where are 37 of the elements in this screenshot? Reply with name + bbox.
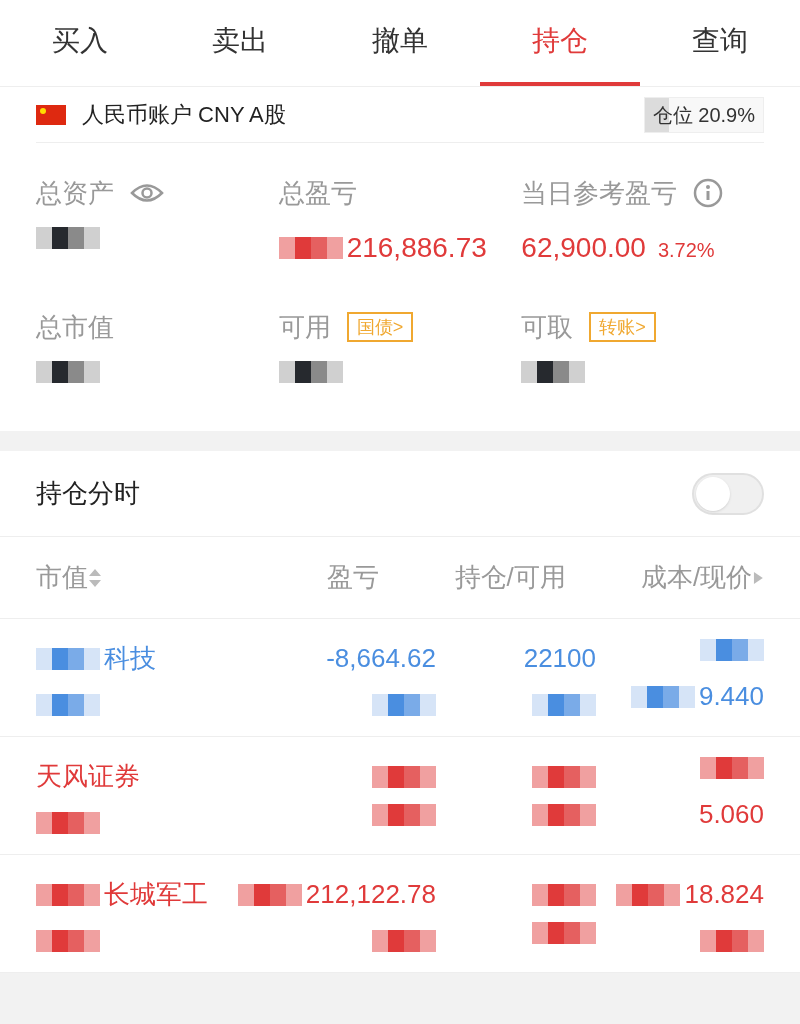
value-text: 科技 (104, 642, 156, 675)
value-text: 62,900.00 (521, 231, 646, 265)
holding-row[interactable]: 天风证券 5.060 (0, 737, 800, 855)
tab[interactable]: 买入 (0, 0, 160, 86)
info-icon[interactable] (693, 178, 724, 208)
summary-label: 可取 (521, 310, 574, 344)
summary-label: 可用 (278, 310, 331, 344)
value-text: 22100 (523, 642, 596, 675)
summary-label: 当日参考盈亏 (521, 176, 678, 210)
column-header: 持仓/可用 (454, 561, 566, 594)
value-text: 18.824 (684, 878, 764, 911)
summary-label: 总资产 (36, 176, 114, 210)
caret-right-icon[interactable] (752, 570, 765, 585)
position-badge: 仓位 20.9% (643, 96, 764, 133)
value-text: 216,886.73 (346, 231, 487, 265)
tab[interactable]: 卖出 (160, 0, 320, 86)
holding-row[interactable]: 科技 -8,664.62 22100 9.440 (0, 619, 800, 737)
value-text: 长城军工 (104, 878, 208, 911)
value-text: -8,664.62 (326, 642, 436, 675)
value-text: 天风证券 (36, 760, 140, 793)
summary-label: 总盈亏 (278, 176, 357, 210)
eye-icon[interactable] (130, 182, 164, 204)
tab[interactable]: 查询 (640, 0, 800, 86)
value-text: 9.440 (698, 680, 764, 713)
tab[interactable]: 撤单 (320, 0, 480, 86)
column-header: 成本/现价 (641, 561, 753, 594)
column-header[interactable]: 市值 (36, 558, 88, 597)
section-title: 持仓分时 (36, 477, 140, 510)
toggle-switch[interactable] (692, 472, 764, 515)
percent-text: 3.72% (657, 238, 715, 263)
value-text: 212,122.78 (305, 878, 436, 911)
holding-row[interactable]: 长城军工 212,122.78 18.824 (0, 855, 800, 973)
column-header: 盈亏 (327, 561, 380, 594)
account-name: 人民币账户 CNY A股 (82, 101, 286, 129)
value-text: 5.060 (698, 798, 764, 831)
summary-label: 总市值 (36, 310, 114, 344)
flag-icon (36, 104, 66, 125)
